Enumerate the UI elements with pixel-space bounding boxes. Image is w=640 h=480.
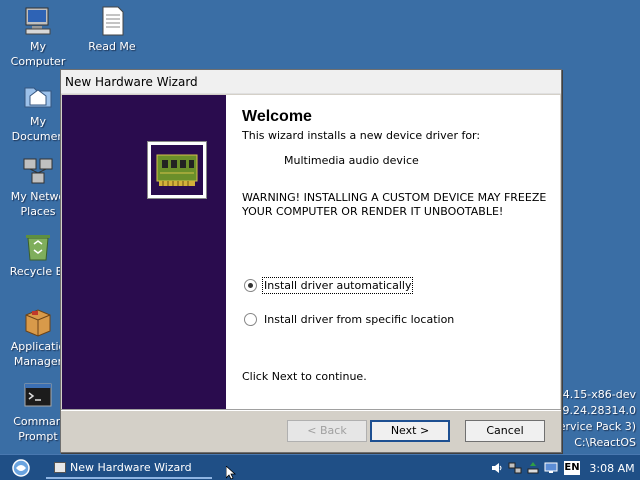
window-icon [54,462,66,473]
wizard-intro-text: This wizard installs a new device driver… [242,129,481,142]
cancel-button[interactable]: Cancel [465,420,545,442]
taskbar-item-label: New Hardware Wizard [70,461,192,474]
system-tray: EN 3:08 AM [488,457,640,479]
wizard-content-panel: Welcome This wizard installs a new devic… [62,95,560,409]
warning-line-2: YOUR COMPUTER OR RENDER IT UNBOOTABLE! [242,205,504,218]
option-install-automatically[interactable]: Install driver automatically [244,277,414,294]
radio-button-checked[interactable] [244,279,257,292]
os-version-info: 0.4.15-x86-dev _19.24.28314.0 Service Pa… [550,387,636,451]
folder-icon [22,80,54,112]
taskbar-item-new-hardware-wizard[interactable]: New Hardware Wizard [46,457,212,479]
volume-icon[interactable] [490,461,504,475]
document-icon [96,5,128,37]
button-separator [61,409,561,411]
desktop-icon-label: Read Me [88,40,136,53]
computer-icon [22,5,54,37]
continue-hint: Click Next to continue. [242,370,367,383]
new-hardware-wizard-window: New Hardware Wizard Welcome This wizard … [60,69,562,453]
desktop-icon-label: Computer [10,55,66,68]
network-tray-icon[interactable] [508,461,522,475]
option-label: Install driver automatically [261,277,414,294]
wizard-title: New Hardware Wizard [65,75,198,89]
language-indicator[interactable]: EN [564,461,580,475]
device-name: Multimedia audio device [284,154,419,167]
network-icon [22,155,54,187]
start-menu-icon [12,459,30,477]
next-button[interactable]: Next > [370,420,450,442]
version-line: 0.4.15-x86-dev [552,388,636,401]
terminal-icon [22,380,54,412]
version-line: _19.24.28314.0 [550,404,636,417]
mouse-cursor-icon [225,465,237,480]
safely-remove-hardware-icon[interactable] [526,461,540,475]
desktop-icon-label: My [29,40,46,53]
back-button[interactable]: < Back [287,420,367,442]
wizard-side-banner [62,95,226,409]
desktop-icon-my-computer[interactable]: My Computer [0,5,76,69]
wizard-titlebar[interactable]: New Hardware Wizard [61,70,561,94]
warning-line-1: WARNING! INSTALLING A CUSTOM DEVICE MAY … [242,191,547,204]
display-icon[interactable] [544,461,558,475]
recycle-bin-icon [22,230,54,262]
wizard-heading: Welcome [242,108,312,125]
taskbar: New Hardware Wizard EN 3:08 AM [0,454,640,480]
radio-button[interactable] [244,313,257,326]
version-line: C:\ReactOS [574,436,636,449]
option-label: Install driver from specific location [264,313,455,326]
hardware-card-icon [147,141,207,199]
start-button[interactable] [4,458,38,478]
package-icon [22,305,54,337]
option-install-specific-location[interactable]: Install driver from specific location [244,313,454,326]
version-line: Service Pack 3) [551,420,636,433]
clock[interactable]: 3:08 AM [584,462,640,475]
desktop-icon-read-me[interactable]: Read Me [74,5,150,54]
